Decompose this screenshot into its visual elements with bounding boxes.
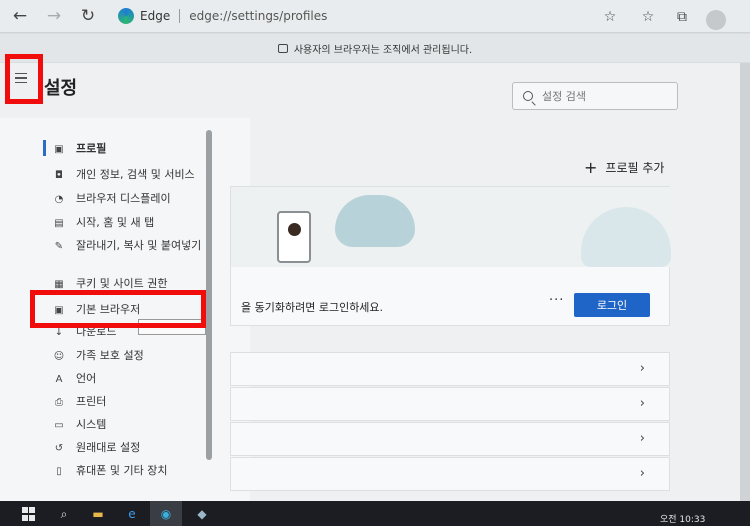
sidebar-item-start[interactable]: ▤ 시작, 홈 및 새 탭 [52,215,154,230]
windows-taskbar [0,501,750,526]
search-placeholder: 설정 검색 [542,90,586,103]
profile-avatar[interactable] [706,10,726,30]
url-text: edge://settings/profiles [189,9,328,23]
address-divider [179,9,181,23]
sidebar-item-system[interactable]: ▭ 시스템 [52,417,106,432]
windows-start-icon[interactable] [20,506,36,522]
language-icon: A [55,373,63,385]
sidebar-item-profiles[interactable]: ▣ 프로필 [52,141,106,156]
managed-notice-text: 사용자의 브라우저는 조직에서 관리됩니다. [293,44,473,56]
sidebar-item-label: 가족 보호 설정 [76,349,144,362]
sidebar-item-label: 휴대폰 및 기타 장치 [76,464,168,477]
sidebar-item-phone[interactable]: ▯ 휴대폰 및 기타 장치 [52,463,167,478]
add-profile-label: 프로필 추가 [605,161,665,175]
back-arrow-icon[interactable]: ← [8,4,32,28]
sidebar-item-label: 언어 [76,372,97,385]
cloud-shape [581,207,671,267]
sidebar-item-appearance[interactable]: ◔ 브라우저 디스플레이 [52,191,171,206]
clipboard-icon: ✎ [54,240,64,252]
highlight-box-menu [5,54,43,104]
add-profile-button[interactable]: + 프로필 추가 [584,158,664,177]
file-explorer-icon[interactable]: ▬ [90,506,106,522]
sidebar-item-label: 원래대로 설정 [76,441,141,454]
internet-explorer-icon[interactable]: e [124,506,140,522]
clock-text: 오전 10:33 [660,515,706,525]
appearance-icon: ◔ [54,193,64,205]
sidebar-item-cookies[interactable]: ▦ 쿠키 및 사이트 권한 [52,276,167,291]
refresh-icon[interactable]: ↻ [76,4,100,28]
sidebar-item-label: 시스템 [76,418,107,431]
sidebar-item-label: 프로필 [76,142,107,155]
edge-logo-icon [118,8,134,24]
sidebar-item-printers[interactable]: ⎙ 프린터 [52,394,106,409]
family-icon: ☺ [53,350,65,362]
sidebar-item-privacy[interactable]: ◘ 개인 정보, 검색 및 서비스 [52,167,195,182]
sidebar-item-clipboard[interactable]: ✎ 잘라내기, 복사 및 붙여넣기 [52,238,202,253]
page-title: 설정 [44,78,78,99]
sidebar-item-label: 개인 정보, 검색 및 서비스 [76,168,195,181]
sidebar-item-label: 잘라내기, 복사 및 붙여넣기 [76,239,202,252]
settings-search-input[interactable]: 설정 검색 [512,82,678,110]
address-bar[interactable]: Edge edge://settings/profiles [108,4,588,28]
profile-card: 을 동기화하려면 로그인하세요. ··· 로그인 [230,186,671,326]
chevron-right-icon: › [639,396,645,411]
sidebar-item-languages[interactable]: A 언어 [52,371,97,386]
cloud-shape [335,195,415,247]
sidebar-item-label: 브라우저 디스플레이 [76,192,171,205]
system-icon: ▭ [54,419,64,431]
favorites-list-icon[interactable]: ☆ [638,7,658,27]
chevron-right-icon: › [639,361,645,376]
profile-illustration [231,187,671,267]
phone-illustration [277,211,311,263]
briefcase-icon [277,43,288,53]
managed-notice: 사용자의 브라우저는 조직에서 관리됩니다. [0,34,750,62]
search-icon [523,91,533,101]
more-options-button[interactable]: ··· [549,293,564,308]
edge-taskbar-icon[interactable]: ◉ [158,506,174,522]
sidebar-item-reset[interactable]: ↺ 원래대로 설정 [52,440,140,455]
printer-icon: ⎙ [55,396,63,408]
sidebar-scrollbar[interactable] [206,130,212,460]
settings-row[interactable]: › [230,387,670,421]
login-button[interactable]: 로그인 [574,293,650,317]
forward-arrow-icon[interactable]: → [42,4,66,28]
settings-row[interactable]: › [230,422,670,456]
chevron-right-icon: › [639,431,645,446]
settings-row[interactable]: › [230,352,670,386]
chevron-right-icon: › [639,466,645,481]
search-icon[interactable]: ⌕ [56,506,72,522]
browser-name: Edge [140,9,171,23]
app-taskbar-icon[interactable]: ◆ [194,506,210,522]
profile-icon: ▣ [54,143,64,155]
sidebar-item-label: 쿠키 및 사이트 권한 [76,277,168,290]
collections-icon[interactable]: ⧉ [672,7,692,27]
lock-icon: ◘ [55,169,63,181]
page-scroll-edge [740,63,750,501]
sidebar-item-label: 시작, 홈 및 새 탭 [76,216,155,229]
sync-message: 을 동기화하려면 로그인하세요. [241,301,384,314]
cookie-icon: ▦ [54,278,64,290]
reset-icon: ↺ [54,442,64,454]
active-indicator [43,140,46,156]
settings-row[interactable]: › [230,457,670,491]
phone-icon: ▯ [56,465,62,477]
favorite-star-icon[interactable]: ☆ [600,7,620,27]
plus-icon: + [584,158,598,177]
sidebar-item-family[interactable]: ☺ 가족 보호 설정 [52,348,144,363]
sidebar-item-label: 프린터 [76,395,107,408]
highlight-box-default-browser [30,290,206,328]
start-icon: ▤ [54,217,64,229]
browser-toolbar: ← → ↻ Edge edge://settings/profiles ☆ ☆ … [0,0,750,33]
